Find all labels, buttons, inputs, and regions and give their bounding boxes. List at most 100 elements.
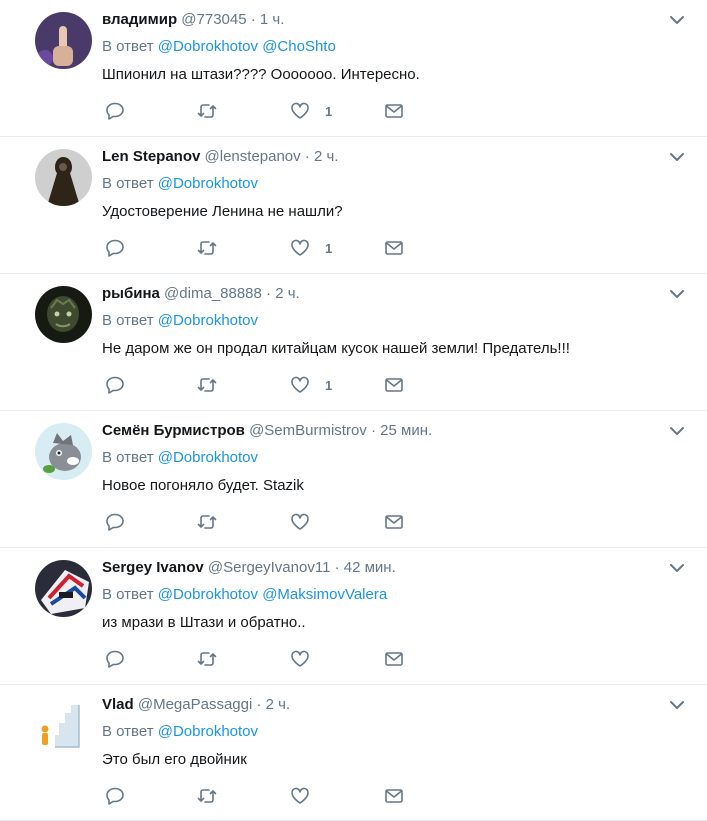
chevron-down-icon[interactable] — [669, 699, 685, 711]
reply-button[interactable] — [105, 511, 125, 533]
user-handle[interactable]: @SergeyIvanov11 — [208, 559, 331, 576]
retweet-icon — [197, 241, 217, 255]
user-handle[interactable]: @MegaPassaggi — [138, 696, 252, 713]
tweet-header: Семён Бурмистров @SemBurmistrov · 25 мин… — [102, 421, 667, 441]
mention-link[interactable]: @Dobrokhotov — [158, 38, 258, 55]
user-handle[interactable]: @773045 — [181, 11, 246, 28]
timestamp[interactable]: 2 ч. — [275, 285, 300, 302]
user-name[interactable]: владимир — [102, 11, 177, 28]
timestamp[interactable]: 42 мин. — [344, 559, 396, 576]
mention-link[interactable]: @Dobrokhotov — [158, 449, 258, 466]
user-handle[interactable]: @lenstepanov — [205, 148, 301, 165]
avatar[interactable] — [35, 423, 92, 480]
like-count: 1 — [325, 377, 333, 393]
timestamp[interactable]: 2 ч. — [314, 148, 339, 165]
retweet-icon — [197, 378, 217, 392]
separator-dot: · — [370, 422, 376, 439]
separator-dot: · — [256, 696, 262, 713]
tweet[interactable]: Len Stepanov @lenstepanov · 2 ч. В ответ… — [0, 137, 707, 274]
reply-button[interactable] — [105, 785, 125, 807]
tweet-text: из мрази в Штази и обратно.. — [102, 614, 306, 631]
tweet-actions — [102, 785, 422, 807]
retweet-button[interactable] — [197, 648, 217, 670]
tweet[interactable]: Семён Бурмистров @SemBurmistrov · 25 мин… — [0, 411, 707, 548]
envelope-icon — [385, 789, 403, 803]
user-name[interactable]: Sergey Ivanov — [102, 559, 204, 576]
mention-link[interactable]: @MaksimovValera — [262, 586, 387, 603]
reply-context: В ответ @Dobrokhotov @ChoShto — [102, 37, 336, 57]
mention-link[interactable]: @Dobrokhotov — [158, 586, 258, 603]
reply-prefix: В ответ — [102, 723, 154, 740]
timestamp[interactable]: 25 мин. — [380, 422, 432, 439]
reply-feed: владимир @773045 · 1 ч. В ответ @Dobrokh… — [0, 0, 707, 821]
separator-dot: · — [334, 559, 340, 576]
like-button[interactable] — [290, 511, 325, 533]
like-button[interactable]: 1 — [290, 374, 332, 396]
reply-icon — [106, 513, 124, 531]
chevron-down-icon[interactable] — [669, 425, 685, 437]
avatar[interactable] — [35, 149, 92, 206]
retweet-button[interactable] — [197, 511, 217, 533]
tweet[interactable]: Sergey Ivanov @SergeyIvanov11 · 42 мин. … — [0, 548, 707, 685]
tweet-text: Шпионил на штази???? Ооооооо. Интересно. — [102, 66, 420, 83]
direct-message-button[interactable] — [384, 648, 404, 670]
retweet-button[interactable] — [197, 785, 217, 807]
chevron-down-icon[interactable] — [669, 288, 685, 300]
tweet[interactable]: владимир @773045 · 1 ч. В ответ @Dobrokh… — [0, 0, 707, 137]
tweet-text: Это был его двойник — [102, 751, 247, 768]
heart-icon — [291, 102, 309, 119]
reply-context: В ответ @Dobrokhotov — [102, 311, 258, 331]
mention-link[interactable]: @Dobrokhotov — [158, 175, 258, 192]
like-button[interactable] — [290, 785, 325, 807]
avatar[interactable] — [35, 560, 92, 617]
retweet-button[interactable] — [197, 237, 217, 259]
tweet-header: Sergey Ivanov @SergeyIvanov11 · 42 мин. — [102, 558, 667, 578]
avatar[interactable] — [35, 697, 92, 754]
direct-message-button[interactable] — [384, 100, 404, 122]
reply-button[interactable] — [105, 374, 125, 396]
tweet-actions: 1 — [102, 374, 422, 396]
heart-icon — [291, 513, 309, 530]
separator-dot: · — [266, 285, 272, 302]
user-name[interactable]: рыбина — [102, 285, 160, 302]
chevron-down-icon[interactable] — [669, 14, 685, 26]
like-button[interactable]: 1 — [290, 237, 332, 259]
timestamp[interactable]: 2 ч. — [266, 696, 291, 713]
direct-message-button[interactable] — [384, 785, 404, 807]
reply-button[interactable] — [105, 648, 125, 670]
avatar[interactable] — [35, 286, 92, 343]
reply-prefix: В ответ — [102, 449, 154, 466]
like-button[interactable] — [290, 648, 325, 670]
tweet-header: владимир @773045 · 1 ч. — [102, 10, 667, 30]
user-name[interactable]: Len Stepanov — [102, 148, 200, 165]
heart-icon — [291, 239, 309, 256]
separator-dot: · — [304, 148, 310, 165]
mention-link[interactable]: @Dobrokhotov — [158, 312, 258, 329]
like-button[interactable]: 1 — [290, 100, 332, 122]
reply-icon — [106, 239, 124, 257]
user-handle[interactable]: @dima_88888 — [164, 285, 262, 302]
user-name[interactable]: Семён Бурмистров — [102, 422, 245, 439]
chevron-down-icon[interactable] — [669, 562, 685, 574]
reply-context: В ответ @Dobrokhotov — [102, 722, 258, 742]
retweet-button[interactable] — [197, 100, 217, 122]
reply-icon — [106, 787, 124, 805]
direct-message-button[interactable] — [384, 374, 404, 396]
tweet[interactable]: Vlad @MegaPassaggi · 2 ч. В ответ @Dobro… — [0, 685, 707, 821]
tweet-header: Vlad @MegaPassaggi · 2 ч. — [102, 695, 667, 715]
reply-prefix: В ответ — [102, 175, 154, 192]
avatar[interactable] — [35, 12, 92, 69]
retweet-icon — [197, 104, 217, 118]
reply-button[interactable] — [105, 100, 125, 122]
timestamp[interactable]: 1 ч. — [260, 11, 285, 28]
direct-message-button[interactable] — [384, 237, 404, 259]
chevron-down-icon[interactable] — [669, 151, 685, 163]
mention-link[interactable]: @Dobrokhotov — [158, 723, 258, 740]
reply-button[interactable] — [105, 237, 125, 259]
tweet[interactable]: рыбина @dima_88888 · 2 ч. В ответ @Dobro… — [0, 274, 707, 411]
mention-link[interactable]: @ChoShto — [262, 38, 336, 55]
direct-message-button[interactable] — [384, 511, 404, 533]
user-name[interactable]: Vlad — [102, 696, 134, 713]
user-handle[interactable]: @SemBurmistrov — [249, 422, 367, 439]
retweet-button[interactable] — [197, 374, 217, 396]
